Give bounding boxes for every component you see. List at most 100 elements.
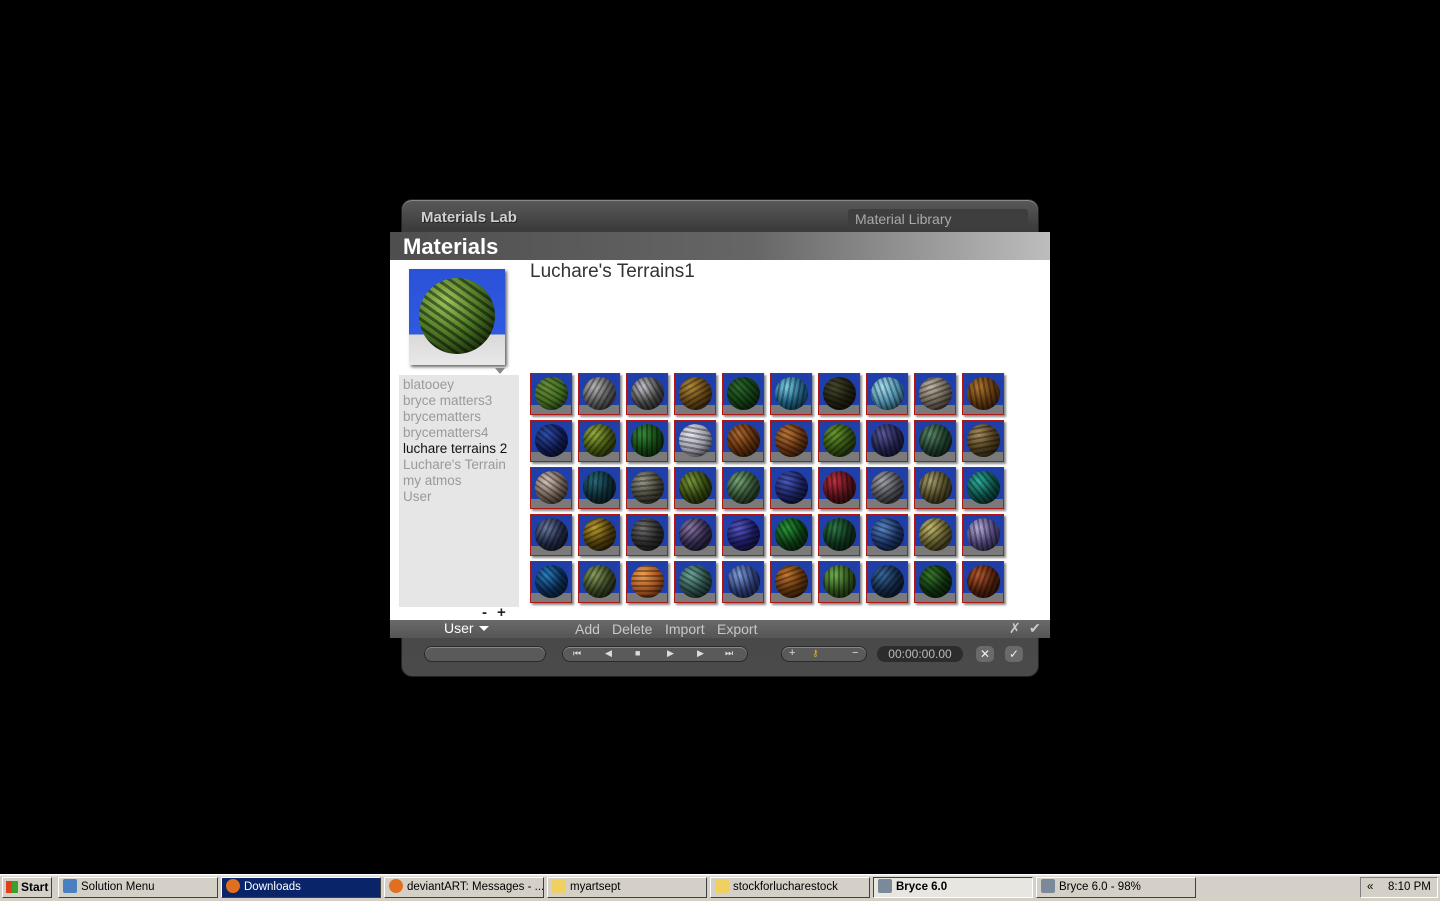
remove-keyframe-icon[interactable]: − [852,647,858,659]
material-swatch[interactable] [626,467,668,509]
material-swatch[interactable] [914,561,956,603]
start-button[interactable]: Start [2,877,52,898]
step-back-icon[interactable]: ◀ [605,648,612,659]
material-swatch[interactable] [866,514,908,556]
cancel-icon[interactable]: ✗ [1009,620,1021,637]
material-swatch[interactable] [866,467,908,509]
taskbar-item-deviantart[interactable]: deviantART: Messages - ... [384,877,544,898]
material-swatch[interactable] [818,561,860,603]
material-swatch[interactable] [962,467,1004,509]
memory-dots-bar[interactable] [425,647,545,661]
material-sphere [679,518,712,551]
material-swatch[interactable] [770,467,812,509]
material-swatch[interactable] [962,373,1004,415]
material-swatch[interactable] [866,561,908,603]
step-forward-icon[interactable]: ▶ [697,648,704,659]
material-swatch[interactable] [722,561,764,603]
material-swatch[interactable] [578,514,620,556]
material-swatch[interactable] [530,420,572,462]
key-icon[interactable]: ⚷ [812,648,819,659]
add-button[interactable]: Add [575,621,600,637]
material-swatch[interactable] [626,561,668,603]
material-swatch[interactable] [818,420,860,462]
material-swatch[interactable] [530,514,572,556]
material-swatch[interactable] [818,514,860,556]
library-item[interactable]: User [403,489,432,504]
material-sphere [823,518,856,551]
material-swatch[interactable] [578,373,620,415]
cancel-icon[interactable]: ✕ [976,646,994,662]
library-item[interactable]: bryce matters3 [403,393,492,408]
material-swatch[interactable] [674,373,716,415]
confirm-icon[interactable]: ✓ [1005,646,1023,662]
material-swatch[interactable] [626,514,668,556]
library-item[interactable]: blatooey [403,377,454,392]
material-sphere [919,377,952,410]
material-swatch[interactable] [674,467,716,509]
material-swatch[interactable] [770,373,812,415]
material-swatch[interactable] [722,373,764,415]
import-button[interactable]: Import [665,621,705,637]
material-swatch[interactable] [914,514,956,556]
delete-button[interactable]: Delete [612,621,652,637]
skip-end-icon[interactable]: ⏭ [725,648,733,659]
add-keyframe-icon[interactable]: + [789,647,795,659]
taskbar-item-solution-menu[interactable]: Solution Menu [58,877,218,898]
material-swatch[interactable] [914,467,956,509]
material-sphere [967,565,1000,598]
material-sphere [919,565,952,598]
library-item[interactable]: my atmos [403,473,462,488]
material-swatch[interactable] [818,467,860,509]
material-swatch[interactable] [674,561,716,603]
material-swatch[interactable] [962,514,1004,556]
material-swatch[interactable] [530,373,572,415]
taskbar-item-bryce[interactable]: Bryce 6.0 [873,877,1033,898]
library-item[interactable]: brycematters4 [403,425,489,440]
material-swatch[interactable] [626,420,668,462]
show-hidden-icons-icon[interactable]: « [1367,878,1373,897]
material-sphere [967,471,1000,504]
preview-options-arrow-icon[interactable] [495,368,505,374]
material-swatch[interactable] [818,373,860,415]
material-swatch[interactable] [770,514,812,556]
material-swatch[interactable] [674,514,716,556]
material-swatch[interactable] [578,467,620,509]
taskbar-item-downloads[interactable]: Downloads [221,877,381,898]
library-item[interactable]: brycematters [403,409,481,424]
export-button[interactable]: Export [717,621,757,637]
user-dropdown[interactable]: User [444,620,489,636]
material-swatch[interactable] [722,514,764,556]
skip-start-icon[interactable]: ⏮ [573,648,581,659]
taskbar-item-myartsept[interactable]: myartsept [547,877,707,898]
material-swatch[interactable] [626,373,668,415]
material-library-tab[interactable]: Material Library [848,209,1028,229]
material-swatch[interactable] [530,561,572,603]
material-swatch[interactable] [722,420,764,462]
material-swatch[interactable] [866,420,908,462]
material-swatch[interactable] [674,420,716,462]
stop-icon[interactable]: ■ [635,648,640,658]
material-swatch[interactable] [578,561,620,603]
material-sphere [535,518,568,551]
taskbar-item-stockforlucharestock[interactable]: stockforlucharestock [710,877,870,898]
folder-icon [715,879,729,893]
material-swatch[interactable] [770,420,812,462]
play-icon[interactable]: ▶ [667,648,674,659]
library-item-active[interactable]: luchare terrains 2 [403,441,507,456]
material-swatch[interactable] [578,420,620,462]
material-swatch[interactable] [770,561,812,603]
material-preview[interactable] [409,269,505,365]
material-swatch[interactable] [914,420,956,462]
confirm-icon[interactable]: ✔ [1029,620,1041,637]
taskbar-item-bryce-render[interactable]: Bryce 6.0 - 98% [1036,877,1196,898]
material-swatch[interactable] [914,373,956,415]
material-sphere [919,518,952,551]
material-swatch[interactable] [962,420,1004,462]
material-swatch[interactable] [530,467,572,509]
add-library-button[interactable]: + [497,604,506,621]
material-swatch[interactable] [962,561,1004,603]
remove-library-button[interactable]: - [482,604,487,621]
library-item[interactable]: Luchare's Terrain [403,457,506,472]
material-swatch[interactable] [866,373,908,415]
material-swatch[interactable] [722,467,764,509]
